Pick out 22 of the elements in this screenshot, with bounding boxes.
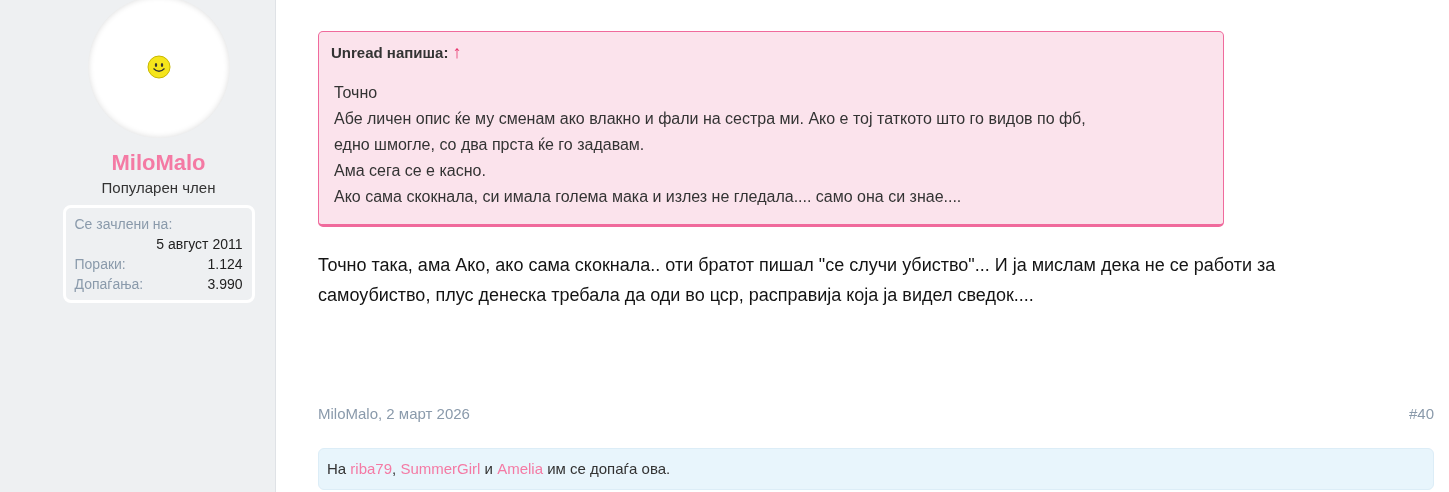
quote-author: Unread напиша: (331, 43, 449, 63)
stat-label: Пораки: (74, 255, 126, 275)
quote-line: едно шмогле, со два прста ќе го задавам. (334, 135, 646, 155)
user-title: Популарен член (101, 178, 216, 198)
stat-label: Допаѓања: (74, 275, 144, 295)
quote-line: Абе личен опис ќе му сменам ако влакно и фали на сестра ми. Ако е тој таткото што го видов по фб, (334, 109, 1087, 129)
post-number-link[interactable]: #40 (1408, 403, 1434, 426)
quote-line: Ако сама скокнала, си имала голема мака и излез не гледала.... само она си знае.... (334, 187, 963, 207)
user-link[interactable]: SummerGirl (400, 459, 481, 477)
likes-text: На riba79, SummerGirl и Amelia им се допаѓа ова. (327, 459, 671, 477)
stat-value: 3.990 (207, 275, 243, 295)
quote-line: Ама сега се е касно. (334, 161, 487, 181)
username[interactable]: MiloMalo (111, 149, 206, 177)
stat-label: Се зачлени на: (74, 215, 174, 235)
quote-line: Точно (334, 83, 379, 103)
user-link[interactable]: Amelia (497, 459, 543, 477)
jump-arrow-link[interactable]: ↑ (452, 39, 462, 66)
smiley-icon (146, 55, 171, 79)
message-text: Точно така, ама Ако, ако сама скокнала.. оти братот пишал "се случи убиство"... И ја мислам дека не се работи за самоубиство, плус денеска требала да оди во цср, расправија која ја видел сведок.... (318, 254, 1277, 307)
post-byline[interactable]: MiloMalo, 2 март 2026 (318, 403, 470, 426)
stat-value: 1.124 (207, 255, 243, 275)
stat-value: 5 август 2011 (156, 235, 243, 255)
